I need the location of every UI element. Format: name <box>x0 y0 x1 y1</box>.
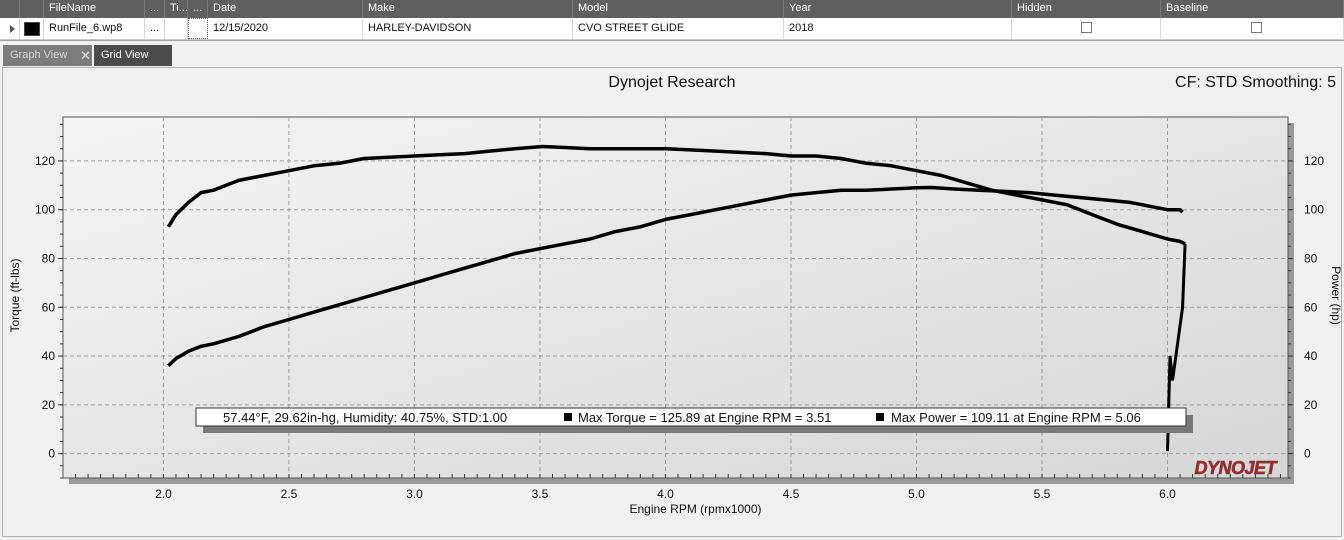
power-marker-icon <box>876 413 884 421</box>
y2-tick-label: 40 <box>1304 349 1318 363</box>
y-tick-label: 20 <box>42 398 56 412</box>
y2-tick-label: 20 <box>1304 398 1318 412</box>
x-tick-label: 4.5 <box>783 487 800 501</box>
info-max-torque: Max Torque = 125.89 at Engine RPM = 3.51 <box>578 410 831 425</box>
y2-tick-label: 60 <box>1304 300 1318 314</box>
y2-axis-title: Power (hp) <box>1329 266 1343 325</box>
y2-tick-label: 80 <box>1304 251 1318 265</box>
x-tick-label: 5.5 <box>1034 487 1051 501</box>
y-tick-label: 80 <box>42 251 56 265</box>
y-tick-label: 0 <box>48 447 55 461</box>
y-tick-label: 100 <box>35 203 55 217</box>
x-tick-label: 6.0 <box>1159 487 1176 501</box>
dynojet-logo: DYNOJET <box>1194 458 1278 478</box>
torque-marker-icon <box>564 413 572 421</box>
y-tick-label: 120 <box>35 154 55 168</box>
y2-tick-label: 0 <box>1304 447 1311 461</box>
y-tick-label: 40 <box>42 349 56 363</box>
info-conditions: 57.44°F, 29.62in-hg, Humidity: 40.75%, S… <box>223 410 507 425</box>
dyno-chart[interactable]: 2.0 2.5 3.0 3.5 4.0 4.5 5.0 5.5 6.0 0 20 40 60 80 100 1… <box>0 0 1344 540</box>
x-tick-label: 5.0 <box>908 487 925 501</box>
info-max-power: Max Power = 109.11 at Engine RPM = 5.06 <box>891 410 1141 425</box>
y-tick-label: 60 <box>42 300 56 314</box>
x-tick-label: 4.0 <box>657 487 674 501</box>
x-axis-title: Engine RPM (rpmx1000) <box>629 502 761 516</box>
x-tick-label: 3.5 <box>532 487 549 501</box>
x-tick-label: 2.5 <box>281 487 298 501</box>
x-tick-label: 2.0 <box>155 487 172 501</box>
y2-tick-label: 120 <box>1304 154 1324 168</box>
x-tick-label: 3.0 <box>406 487 423 501</box>
y-axis-title: Torque (ft-lbs) <box>8 258 22 332</box>
y2-tick-label: 100 <box>1304 203 1324 217</box>
